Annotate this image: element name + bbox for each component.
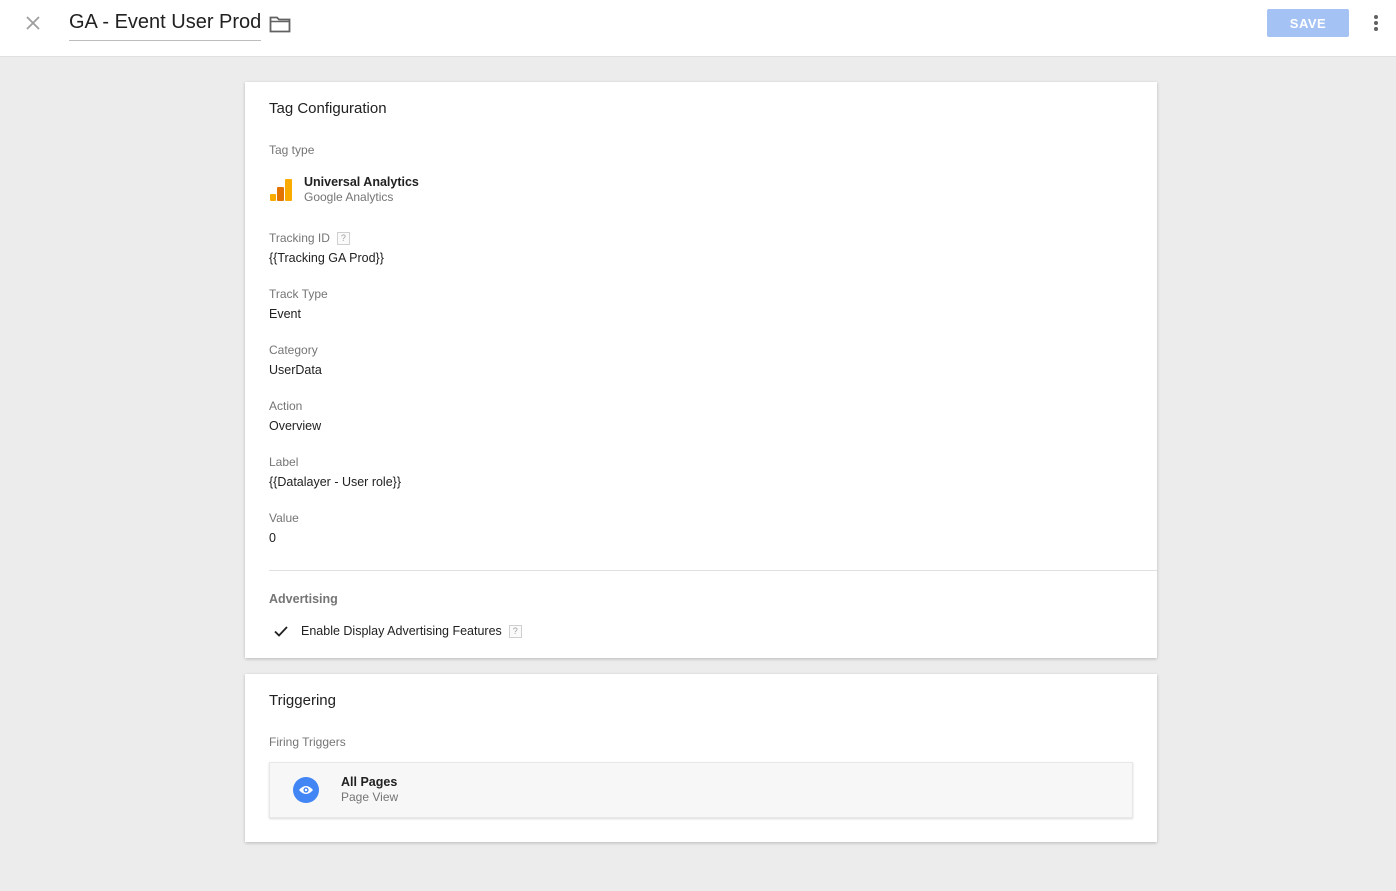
value-label: Value bbox=[269, 511, 299, 525]
folder-icon bbox=[269, 16, 291, 33]
display-advertising-option: Enable Display Advertising Features ? bbox=[273, 623, 522, 639]
tag-configuration-card[interactable]: Tag Configuration Tag type Universal Ana… bbox=[245, 82, 1157, 658]
tracking-id-value: {{Tracking GA Prod}} bbox=[269, 251, 384, 265]
tracking-id-label: Tracking ID ? bbox=[269, 231, 350, 245]
advertising-help-icon[interactable]: ? bbox=[508, 624, 522, 638]
tracking-id-label-text: Tracking ID bbox=[269, 231, 330, 245]
tag-configuration-heading: Tag Configuration bbox=[269, 100, 387, 117]
firing-triggers-label: Firing Triggers bbox=[269, 735, 346, 749]
eye-icon bbox=[293, 777, 319, 803]
tracking-id-help-icon[interactable]: ? bbox=[336, 231, 350, 245]
more-vert-icon bbox=[1374, 15, 1378, 31]
track-type-value: Event bbox=[269, 307, 301, 321]
close-icon bbox=[26, 16, 40, 30]
tag-name-input[interactable]: GA - Event User Prod bbox=[69, 11, 262, 41]
category-value: UserData bbox=[269, 363, 322, 377]
value-value: 0 bbox=[269, 531, 276, 545]
category-label: Category bbox=[269, 343, 318, 357]
trigger-type: Page View bbox=[341, 790, 399, 804]
check-icon bbox=[274, 626, 288, 637]
action-value: Overview bbox=[269, 419, 322, 433]
action-label: Action bbox=[269, 399, 303, 413]
trigger-name: All Pages bbox=[341, 775, 398, 789]
tag-type-vendor: Google Analytics bbox=[304, 190, 394, 204]
label-value: {{Datalayer - User role}} bbox=[269, 475, 402, 489]
track-type-label: Track Type bbox=[269, 287, 328, 301]
more-options-button[interactable] bbox=[1366, 11, 1386, 35]
save-button[interactable]: SAVE bbox=[1267, 9, 1349, 37]
triggering-card[interactable]: Triggering Firing Triggers All Pages Pag… bbox=[245, 674, 1157, 842]
display-advertising-label: Enable Display Advertising Features bbox=[301, 624, 502, 638]
triggering-heading: Triggering bbox=[269, 692, 336, 709]
top-bar: GA - Event User Prod SAVE bbox=[0, 0, 1396, 57]
google-analytics-icon bbox=[270, 179, 292, 201]
label-label: Label bbox=[269, 455, 299, 469]
advertising-heading: Advertising bbox=[269, 592, 338, 606]
tag-type-name: Universal Analytics bbox=[304, 175, 419, 189]
tag-type-label: Tag type bbox=[269, 143, 315, 157]
divider bbox=[269, 570, 1157, 571]
trigger-item-all-pages[interactable]: All Pages Page View bbox=[269, 762, 1133, 818]
tag-type: Universal Analytics Google Analytics bbox=[269, 175, 419, 205]
folder-button[interactable] bbox=[268, 13, 292, 35]
close-button[interactable] bbox=[21, 11, 45, 35]
